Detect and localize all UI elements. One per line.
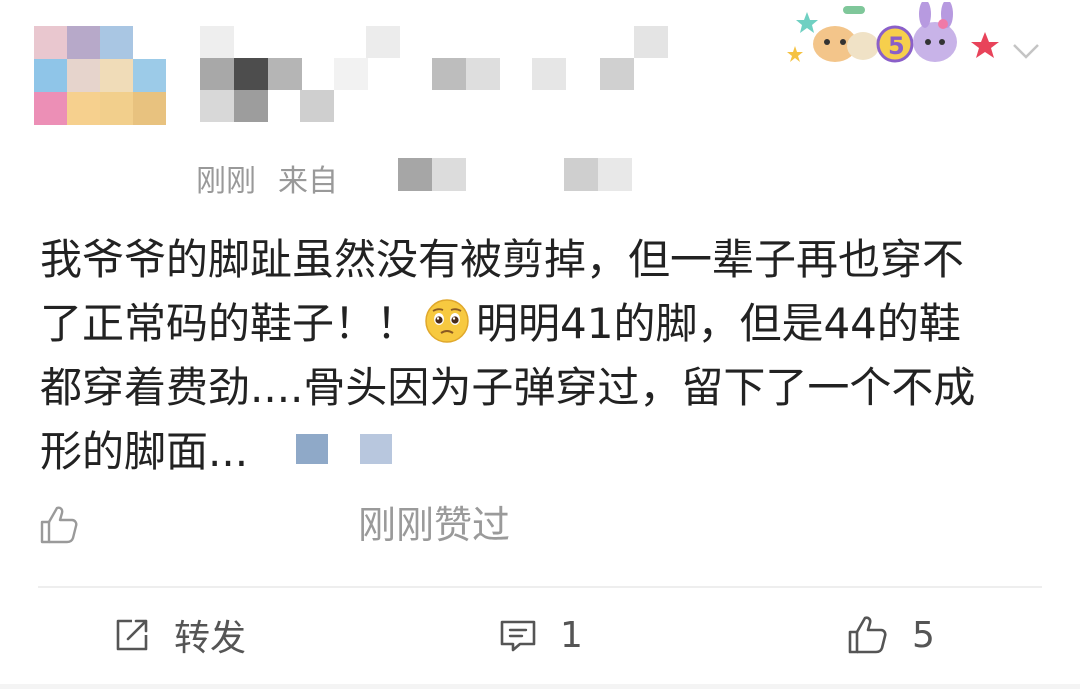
liked-status-row: 刚刚赞过 — [36, 500, 1036, 552]
weibo-comment-card: 5 刚刚 来自 我爷爷的脚趾虽然没有被剪掉，但一辈子再也穿不 了正常码的鞋子！！… — [0, 0, 1080, 689]
svg-text:5: 5 — [888, 32, 905, 60]
thumbs-up-icon — [848, 616, 887, 654]
comment-bubble-icon — [500, 620, 536, 652]
source-obscured-2 — [564, 158, 634, 191]
emoji-obscured — [360, 434, 393, 464]
pleading-face-icon — [425, 299, 469, 343]
comment-button[interactable]: 1 — [498, 610, 583, 660]
post-content: 我爷爷的脚趾虽然没有被剪掉，但一辈子再也穿不 了正常码的鞋子！！ 明明41的脚，但… — [40, 228, 1050, 484]
content-line-text: 了正常码的鞋子！！ — [40, 299, 419, 348]
share-label: 转发 — [174, 618, 247, 659]
source-obscured — [398, 158, 468, 191]
share-button[interactable]: 转发 — [112, 610, 246, 660]
username-obscured[interactable] — [196, 22, 676, 132]
content-line: 形的脚面... — [40, 420, 1050, 484]
divider — [38, 586, 1042, 588]
thumbs-up-outline-icon[interactable] — [38, 504, 80, 546]
like-button[interactable]: 5 — [846, 610, 935, 660]
comment-count: 1 — [560, 614, 583, 656]
chevron-down-icon[interactable] — [1008, 36, 1044, 66]
like-count: 5 — [912, 614, 935, 656]
content-line: 都穿着费劲....骨头因为子弹穿过，留下了一个不成 — [40, 363, 976, 412]
content-line: 我爷爷的脚趾虽然没有被剪掉，但一辈子再也穿不 — [40, 235, 965, 284]
content-line-text: 形的脚面... — [40, 427, 249, 476]
avatar[interactable] — [34, 26, 166, 126]
bottom-divider — [0, 684, 1080, 689]
content-line: 了正常码的鞋子！！ 明明41的脚，但是44的鞋 — [40, 292, 1050, 356]
post-meta: 刚刚 来自 — [196, 158, 338, 199]
post-source-prefix: 来自 — [278, 164, 338, 199]
emoji-obscured — [296, 434, 329, 464]
share-arrow-icon — [116, 619, 148, 651]
post-timestamp: 刚刚 — [196, 164, 256, 199]
content-line-text: 明明41的脚，但是44的鞋 — [476, 299, 961, 348]
liked-status-text: 刚刚赞过 — [358, 503, 511, 547]
fan-badge-sticker-icon: 5 — [787, 2, 999, 63]
